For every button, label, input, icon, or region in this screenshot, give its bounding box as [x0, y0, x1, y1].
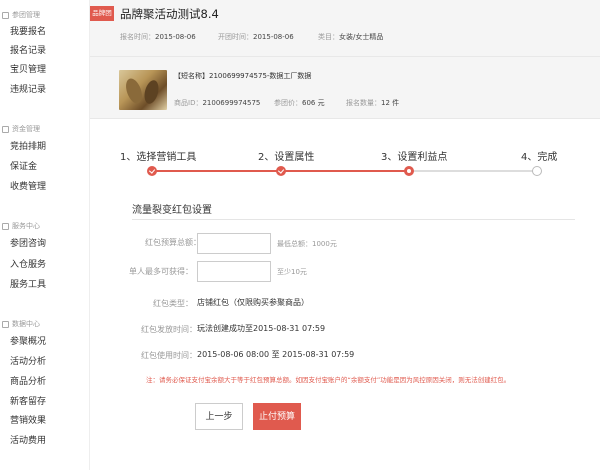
- product-quantity: 报名数量：12 件: [346, 99, 400, 107]
- sidebar-item-overview[interactable]: 参聚概况: [10, 335, 46, 349]
- sidebar-item-records[interactable]: 报名记录: [10, 44, 46, 58]
- step-3-label: 3、设置利益点: [381, 152, 448, 163]
- step-4-label: 4、完成: [521, 152, 558, 163]
- group-icon: [2, 11, 9, 19]
- activity-header: 品牌团 品牌聚活动测试8.4 报名时间：2015-08-06 开团时间：2015…: [90, 0, 600, 56]
- sidebar-item-product-analysis[interactable]: 商品分析: [10, 375, 46, 389]
- step-3-current-icon: [404, 166, 414, 176]
- type-label: 红包类型：: [153, 299, 193, 308]
- sidebar-item-warehouse[interactable]: 入仓服务: [10, 258, 46, 272]
- type-value: 店铺红包（仅限购买参聚商品）: [197, 298, 309, 307]
- sidebar-group-header: 数据中心: [0, 317, 40, 331]
- section-divider: [132, 219, 575, 220]
- sidebar-item-sign-up[interactable]: 我要报名: [10, 25, 46, 39]
- budget-hint: 最低总额：1000元: [277, 240, 337, 248]
- page-title: 品牌聚活动测试8.4: [120, 7, 219, 21]
- sidebar-group-title: 服务中心: [12, 222, 40, 230]
- sidebar-group-title: 资金管理: [12, 125, 40, 133]
- progress-track-remaining: [409, 170, 537, 172]
- sidebar-item-activity-analysis[interactable]: 活动分析: [10, 355, 46, 369]
- budget-input[interactable]: [197, 233, 271, 254]
- step-1-label: 1、选择营销工具: [120, 152, 197, 163]
- group-icon: [2, 222, 9, 230]
- sidebar-item-marketing[interactable]: 营销效果: [10, 414, 46, 428]
- sidebar-group-title: 参团管理: [12, 11, 40, 19]
- group-icon: [2, 320, 9, 328]
- per-user-label: 单人最多可获得：: [129, 267, 193, 276]
- step-2-label: 2、设置属性: [258, 152, 315, 163]
- sidebar-item-tools[interactable]: 服务工具: [10, 278, 46, 292]
- product-thumbnail: [119, 70, 167, 110]
- sidebar-item-bidding[interactable]: 竞拍排期: [10, 140, 46, 154]
- product-card: 【短名称】2100699974575-数据工厂数据 商品ID：210069997…: [90, 56, 600, 118]
- start-time: 开团时间：2015-08-06: [218, 33, 294, 41]
- sidebar-group-header: 服务中心: [0, 219, 40, 233]
- sidebar-item-products[interactable]: 宝贝管理: [10, 63, 46, 77]
- budget-label: 红包预算总额：: [145, 238, 201, 247]
- sidebar-item-consult[interactable]: 参团咨询: [10, 237, 46, 251]
- use-time-label: 红包使用时间：: [141, 351, 197, 360]
- sidebar-item-fees[interactable]: 收费管理: [10, 180, 46, 194]
- sidebar: 参团管理 我要报名 报名记录 宝贝管理 违规记录 资金管理 竞拍排期 保证金 收…: [0, 0, 90, 470]
- step-1-check-icon: [147, 166, 157, 176]
- issue-time-value: 玩法创建成功至2015-08-31 07:59: [197, 324, 326, 333]
- product-id: 商品ID：2100699974575: [174, 99, 261, 107]
- sidebar-group-title: 数据中心: [12, 320, 40, 328]
- sidebar-item-retention[interactable]: 新客留存: [10, 395, 46, 409]
- step-4-pending-icon: [532, 166, 542, 176]
- use-time-value: 2015-08-06 08:00 至 2015-08-31 07:59: [197, 350, 355, 359]
- sidebar-group-header: 资金管理: [0, 122, 40, 136]
- brand-badge: 品牌团: [90, 6, 114, 21]
- group-icon: [2, 125, 9, 133]
- sidebar-item-violations[interactable]: 违规记录: [10, 83, 46, 97]
- product-price: 参团价：606 元: [274, 99, 325, 107]
- step-2-check-icon: [276, 166, 286, 176]
- sidebar-group-header: 参团管理: [0, 8, 40, 22]
- notice-text: 注：请务必保证支付宝余额大于等于红包预算总额。如因支付宝账户的“余额支付”功能是…: [146, 376, 511, 384]
- section-title: 流量裂变红包设置: [132, 205, 212, 216]
- product-name: 【短名称】2100699974575-数据工厂数据: [174, 72, 312, 80]
- category: 类目：女装/女士精品: [318, 33, 384, 41]
- pay-budget-button[interactable]: 止付预算: [253, 403, 301, 430]
- previous-step-button[interactable]: 上一步: [195, 403, 243, 430]
- signup-time: 报名时间：2015-08-06: [120, 33, 196, 41]
- per-user-input[interactable]: [197, 261, 271, 282]
- issue-time-label: 红包发放时间：: [141, 325, 197, 334]
- sidebar-item-deposit[interactable]: 保证金: [10, 160, 37, 174]
- per-user-hint: 至少10元: [277, 268, 307, 276]
- sidebar-item-activity-fees[interactable]: 活动费用: [10, 434, 46, 448]
